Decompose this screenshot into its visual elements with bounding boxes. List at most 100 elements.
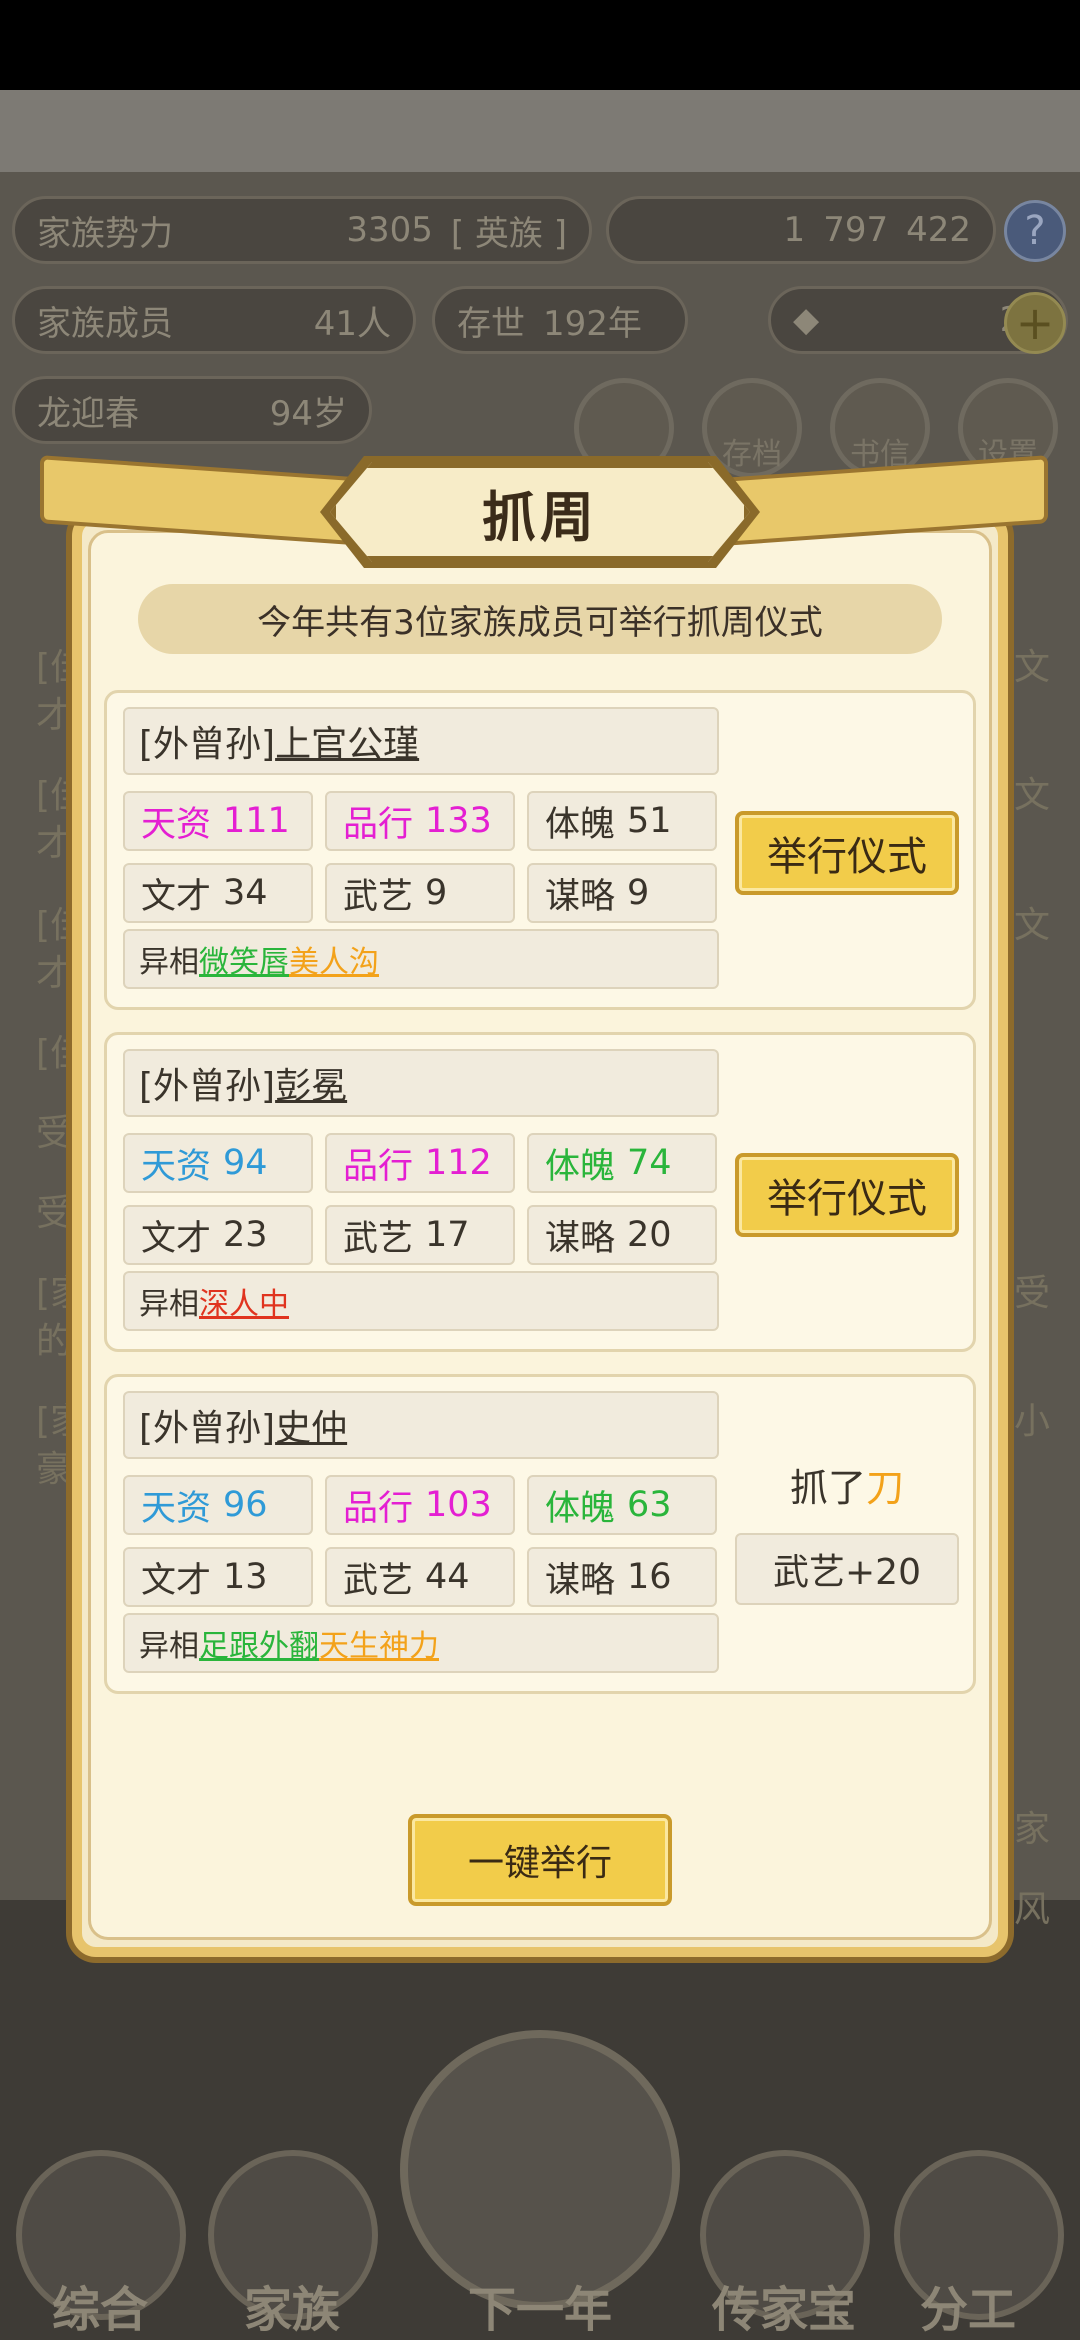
log-fragment: 家 [1014, 1809, 1051, 1850]
member-name-box[interactable]: [外曾孙] 史仲 [123, 1391, 719, 1459]
stat-value: 112 [425, 1143, 492, 1183]
status-bar [0, 0, 1080, 90]
stat-label: 品行 [343, 804, 414, 845]
add-ingot-icon[interactable]: + [1004, 292, 1066, 354]
stat-label: 文才 [141, 1218, 212, 1259]
members-value: 41人 [313, 303, 391, 344]
stat-label: 文才 [141, 876, 212, 917]
gold-ingots-value: 797 [823, 210, 889, 250]
log-fragment: 文 [1014, 775, 1051, 816]
stat-label: 品行 [343, 1488, 414, 1529]
nav-division-label: 分工 [919, 2282, 1016, 2338]
info-banner-text: 今年共有3位家族成员可举行抓周仪式 [257, 602, 823, 643]
trait-tag[interactable]: 美人沟 [289, 937, 379, 981]
stat-value: 111 [223, 801, 290, 841]
stat-martial: 武艺 44 [325, 1547, 515, 1607]
family-power-value: 3305 [346, 210, 433, 250]
member-name-box[interactable]: [外曾孙] 上官公瑾 [123, 707, 719, 775]
stat-aptitude: 天资 94 [123, 1133, 313, 1193]
nav-heirloom-label: 传家宝 [711, 2282, 856, 2338]
result-effect: 武艺+20 [735, 1533, 959, 1605]
existence-value: 192年 [543, 303, 642, 344]
stat-physique: 体魄 74 [527, 1133, 717, 1193]
stat-conduct: 品行 133 [325, 791, 515, 851]
gold-ingot-icon: ◆ [793, 300, 820, 340]
stat-value: 103 [425, 1485, 492, 1525]
trait-label: 异相 [139, 1287, 199, 1322]
member-name-box[interactable]: [外曾孙] 彭冕 [123, 1049, 719, 1117]
next-year-label: 下一年 [467, 2282, 612, 2338]
member-name: 彭冕 [275, 1066, 348, 1107]
stat-literary: 文才 23 [123, 1205, 313, 1265]
top-bar [0, 90, 1080, 172]
trait-tag[interactable]: 天生神力 [319, 1621, 439, 1665]
hold-ceremony-button[interactable]: 举行仪式 [735, 1153, 959, 1237]
next-year-button[interactable] [400, 2030, 680, 2310]
stat-physique: 体魄 63 [527, 1475, 717, 1535]
stat-value: 20 [627, 1215, 672, 1255]
log-fragment: 豪 [36, 1449, 73, 1490]
info-banner: 今年共有3位家族成员可举行抓周仪式 [138, 584, 942, 654]
stat-value: 13 [223, 1557, 268, 1597]
stat-value: 17 [425, 1215, 470, 1255]
stat-literary: 文才 34 [123, 863, 313, 923]
log-fragment: 文 [1014, 905, 1051, 946]
members-pill[interactable]: 家族成员 41人 [12, 286, 416, 354]
patriarch-pill[interactable]: 龙迎春 94岁 [12, 376, 372, 444]
stat-value: 96 [223, 1485, 268, 1525]
patriarch-age: 94岁 [269, 393, 347, 434]
stat-label: 体魄 [545, 1488, 616, 1529]
existence-label: 存世 [457, 303, 525, 344]
stat-label: 体魄 [545, 804, 616, 845]
log-fragment: 才 [36, 823, 73, 864]
trait-tag[interactable]: 微笑唇 [199, 937, 289, 981]
member-card: [外曾孙] 彭冕 天资 94 品行 112 体魄 74 文才 23 武艺 17 谋略 20 异… [104, 1032, 976, 1352]
letters-button[interactable]: 书信 [830, 378, 930, 478]
trait-tag[interactable]: 足跟外翻 [199, 1621, 319, 1665]
log-fragment: 受 [36, 1193, 73, 1234]
log-fragment: 受 [1014, 1273, 1051, 1314]
log-fragment: 小 [1014, 1401, 1051, 1442]
hold-ceremony-button[interactable]: 举行仪式 [735, 811, 959, 895]
modal-title: 抓周 [482, 485, 598, 549]
member-relation: [外曾孙] [139, 1066, 276, 1107]
stat-label: 品行 [343, 1146, 414, 1187]
stat-value: 9 [627, 873, 650, 913]
stat-value: 63 [627, 1485, 672, 1525]
log-fragment: 才 [36, 953, 73, 994]
stat-conduct: 品行 103 [325, 1475, 515, 1535]
ceremony-result: 抓了刀 [735, 1457, 959, 1512]
silver-ingots-value: 422 [906, 210, 971, 250]
stat-strategy: 谋略 16 [527, 1547, 717, 1607]
family-power-label: 家族势力 [37, 213, 173, 254]
currency-pill: 1 797 422 [606, 196, 996, 264]
stat-martial: 武艺 17 [325, 1205, 515, 1265]
stat-label: 文才 [141, 1560, 212, 1601]
result-prefix: 抓了 [789, 1466, 866, 1510]
trait-label: 异相 [139, 945, 199, 980]
trait-box: 异相 深人中 [123, 1271, 719, 1331]
log-fragment: 的 [36, 1321, 73, 1362]
nav-general-label: 综合 [51, 2282, 148, 2338]
stat-aptitude: 天资 96 [123, 1475, 313, 1535]
stat-label: 谋略 [545, 876, 616, 917]
family-rank: [ 英族 ] [450, 213, 567, 254]
member-card: [外曾孙] 上官公瑾 天资 111 品行 133 体魄 51 文才 34 武艺 9 谋略 9 … [104, 690, 976, 1010]
stat-martial: 武艺 9 [325, 863, 515, 923]
result-item: 刀 [866, 1466, 905, 1510]
stat-label: 谋略 [545, 1218, 616, 1259]
one-click-hold-button[interactable]: 一键举行 [408, 1814, 672, 1906]
stat-label: 武艺 [343, 1218, 414, 1259]
stat-label: 体魄 [545, 1146, 616, 1187]
help-icon[interactable]: ? [1004, 200, 1066, 262]
stat-aptitude: 天资 111 [123, 791, 313, 851]
stat-physique: 体魄 51 [527, 791, 717, 851]
log-fragment: 才 [36, 695, 73, 736]
family-power-pill[interactable]: 家族势力 3305 [ 英族 ] [12, 196, 592, 264]
trait-label: 异相 [139, 1629, 199, 1664]
nav-family-label: 家族 [243, 2282, 340, 2338]
silver-value: 1 [783, 210, 806, 250]
trait-tag[interactable]: 深人中 [199, 1279, 289, 1323]
stat-label: 天资 [141, 1146, 212, 1187]
log-fragment: 风 [1014, 1889, 1051, 1930]
